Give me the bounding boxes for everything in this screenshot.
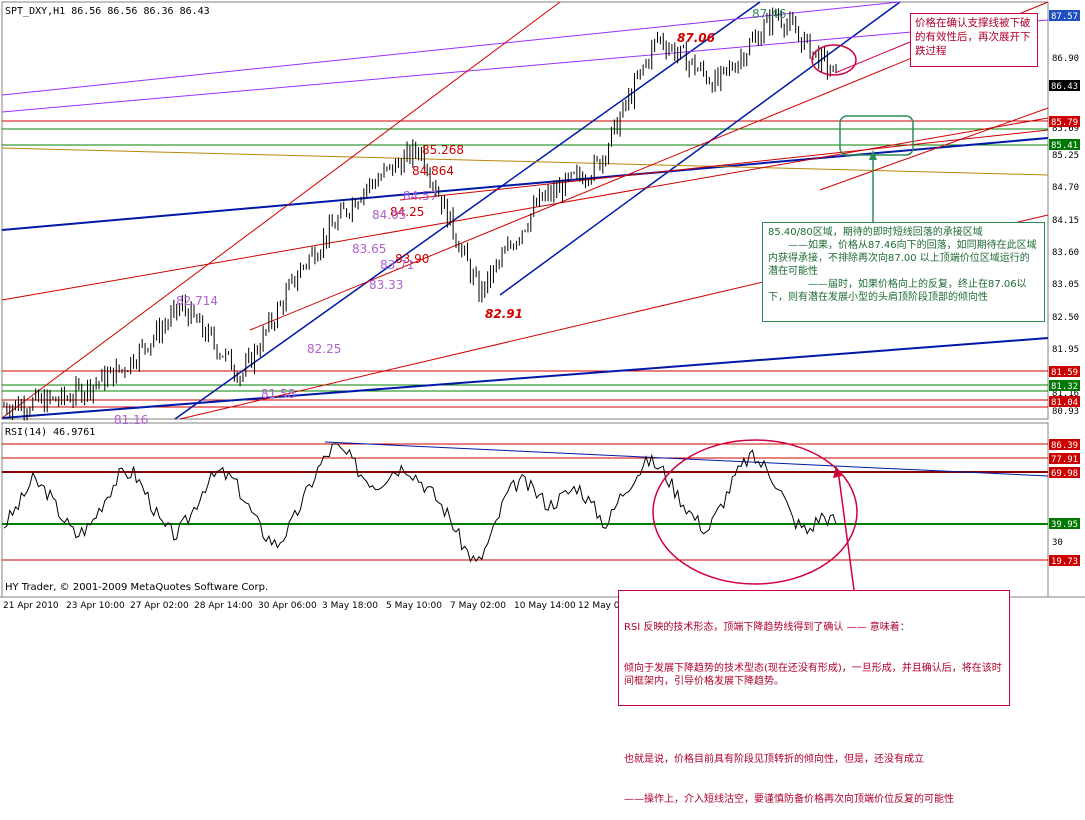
target-zone-box: [839, 115, 914, 156]
time-axis: 21 Apr 2010 23 Apr 10:00 27 Apr 02:00 28…: [3, 601, 640, 611]
badge-81-59: 81.59: [1051, 368, 1078, 378]
label-85-268: 85.268: [422, 143, 464, 157]
label-87-46: 87.46: [752, 7, 786, 21]
price-tick: 85.25: [1052, 151, 1079, 161]
badge-81-32: 81.32: [1051, 382, 1078, 392]
symbol-header: SPT_DXY,H1 86.56 86.56 86.36 86.43: [5, 6, 210, 17]
price-tick: 80.93: [1052, 407, 1079, 417]
time-tick: 28 Apr 14:00: [194, 601, 253, 611]
annotation-bottom: RSI 反映的技术形态，顶端下降趋势线得到了确认 —— 意味着： 倾向于发展下降…: [618, 590, 1010, 805]
time-tick: 27 Apr 02:00: [130, 601, 189, 611]
label-82-714: 82.714: [176, 294, 218, 308]
price-tick: 83.05: [1052, 280, 1079, 290]
annotation-bottom-line3: 也就是说，价格目前具有阶段见顶转折的倾向性，但是，还没有成立: [624, 753, 924, 765]
badge-86-43: 86.43: [1051, 82, 1078, 92]
blue-up-channel-upper: [174, 1, 761, 420]
label-81-16: 81.16: [114, 413, 148, 427]
label-83-33: 83.33: [369, 278, 403, 292]
price-tick: 86.90: [1052, 54, 1079, 64]
red-trendline-3: [1, 1, 561, 419]
badge-85-41: 85.41: [1051, 141, 1078, 151]
annotation-bottom-line4: ——操作上，介入短线沽空，要谨慎防备价格再次向顶端价位反复的可能性: [624, 794, 954, 805]
rsi-header: RSI(14) 46.9761: [5, 427, 95, 438]
label-81-58: 81.58: [261, 387, 295, 401]
rsi-badges: 86.39 77.91 69.98 39.95 30 19.73: [1049, 439, 1080, 567]
annotation-green-box: 85.40/80区域，期待的即时短线回落的承接区域 ——如果，价格从87.46向…: [762, 222, 1045, 322]
price-axis: 87.45 86.90 85.25 84.70 84.15 83.60 83.0…: [1052, 13, 1079, 417]
time-tick: 10 May 14:00: [514, 601, 576, 611]
red-trendline-5: [399, 129, 1049, 201]
annotation-bottom-line2: 倾向于发展下降趋势的技术型态(现在还没有形成)，一旦形成，并且确认后，将在该时间…: [624, 662, 1002, 688]
label-83-65: 83.65: [352, 242, 386, 256]
price-tick: 82.50: [1052, 313, 1079, 323]
blue-lower-trendline: [1, 337, 1049, 419]
price-panel-frame: [1, 1, 1049, 420]
rsi-badge-77-91: 77.91: [1051, 455, 1078, 465]
price-tick: 81.95: [1052, 345, 1079, 355]
rsi-panel-frame: [1, 422, 1049, 598]
label-84-57: 84.57: [403, 189, 437, 203]
label-82-25: 82.25: [307, 342, 341, 356]
label-87-06: 87.06: [677, 31, 715, 45]
copyright: HY Trader, © 2001-2009 MetaQuotes Softwa…: [5, 582, 268, 593]
rsi-tick-30: 30: [1052, 538, 1063, 548]
rsi-line: [3, 443, 837, 563]
rsi-badge-39-95: 39.95: [1051, 520, 1078, 530]
connector-top-right: [834, 41, 911, 74]
rsi-badge-86-39: 86.39: [1051, 441, 1078, 451]
time-tick: 23 Apr 10:00: [66, 601, 125, 611]
trendlines: [1, 1, 1049, 420]
badge-87-57: 87.57: [1051, 12, 1078, 22]
annotation-top-right: 价格在确认支撑线被下破的有效性后，再次展开下跌过程: [910, 13, 1038, 67]
time-tick: 30 Apr 06:00: [258, 601, 317, 611]
price-tick: 84.70: [1052, 183, 1079, 193]
badge-85-79: 85.79: [1051, 118, 1078, 128]
badge-81-04: 81.04: [1051, 398, 1078, 408]
red-trendline-6: [819, 107, 1049, 191]
price-tick: 84.15: [1052, 216, 1079, 226]
rsi-badge-69-98: 69.98: [1051, 469, 1078, 479]
label-84-864: 84.864: [412, 164, 454, 178]
label-83-71: 83.71: [380, 258, 414, 272]
label-84-05: 84.05: [372, 208, 406, 222]
time-tick: 21 Apr 2010: [3, 601, 59, 611]
price-tick: 83.60: [1052, 248, 1079, 258]
time-tick: 7 May 02:00: [450, 601, 506, 611]
label-82-91: 82.91: [485, 307, 523, 321]
time-tick: 5 May 10:00: [386, 601, 442, 611]
rsi-badge-19-73: 19.73: [1051, 557, 1078, 567]
annotation-bottom-line1: RSI 反映的技术形态，顶端下降趋势线得到了确认 —— 意味着：: [624, 622, 910, 633]
time-tick: 3 May 18:00: [322, 601, 378, 611]
